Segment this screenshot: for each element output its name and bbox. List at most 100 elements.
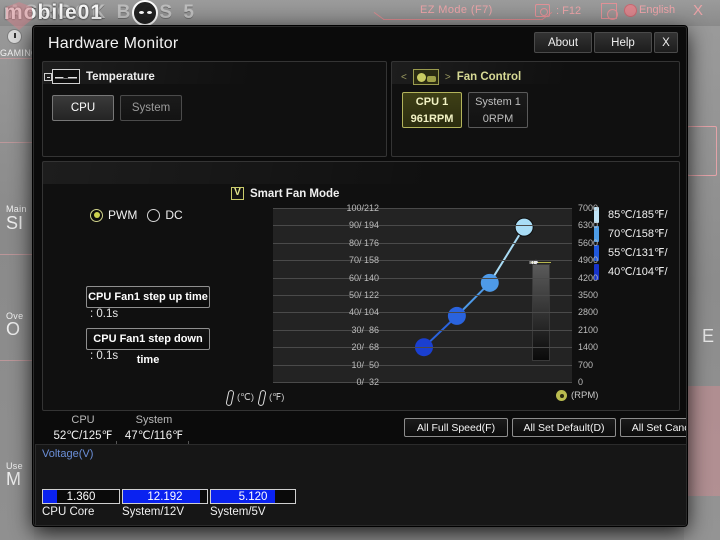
curve-point[interactable] (480, 273, 499, 292)
voltage-bar-system-12v: 12.192 (122, 489, 208, 504)
temperature-unit-labels: (℃) (℉) (226, 390, 284, 404)
fan-curve-legend: 85℃/185℉/100%70℃/158℉/63%55℃/131℉/38%40℃… (594, 205, 686, 281)
tab-system[interactable]: System (120, 95, 182, 121)
all-set-default-button[interactable]: All Set Default(D) (512, 418, 616, 437)
temp-tick-label: 100/212 (346, 203, 379, 213)
legend-label: 55℃/131℉/ (608, 247, 668, 259)
clock-icon (7, 29, 22, 44)
right-strip-letter: E (701, 326, 714, 346)
radio-pwm[interactable] (90, 208, 103, 222)
fahrenheit-label: (℉) (269, 391, 285, 403)
voltage-panel: Voltage(V) 1.360 CPU Core 12.192 System/… (35, 444, 686, 525)
voltage-bar-system-5v: 5.120 (210, 489, 296, 504)
fan-control-section-header: < > Fan Control (401, 69, 521, 85)
globe-icon[interactable] (624, 4, 637, 17)
celsius-label: (℃) (237, 391, 254, 403)
radio-dc[interactable] (147, 208, 161, 222)
gridline (273, 347, 572, 348)
rpm-tick-label: 6300 (578, 220, 599, 231)
cpu-fan1-step-up-time-value: : 0.1s (90, 308, 119, 320)
smart-fan-chart: V Smart Fan Mode ➠ (℃) (℉) (RPM) 85℃/185… (226, 187, 686, 417)
footer-system-value: 47℃/116℉ (124, 430, 184, 442)
gridline (273, 225, 572, 226)
fan-button-system1[interactable]: System 1 0RPM (468, 92, 528, 128)
fan-system1-rpm: 0RPM (482, 113, 514, 125)
screenshot-camera-icon[interactable] (535, 4, 550, 17)
language-label[interactable]: English (639, 4, 675, 16)
temp-tick-label: 70/ 158 (348, 255, 379, 266)
gridline (273, 295, 572, 296)
close-button[interactable]: X (654, 32, 678, 53)
curve-point[interactable] (514, 217, 534, 237)
smart-fan-mode-row: V Smart Fan Mode (231, 187, 339, 200)
nav-gaming-label[interactable]: GAMING (0, 48, 38, 58)
rpm-tick-label: 3500 (578, 290, 599, 300)
bios-close-icon[interactable]: X (693, 2, 703, 19)
fan-selector-group: CPU 1 961RPM System 1 0RPM (402, 92, 528, 128)
voltage-value-cpu-core: 1.360 (66, 491, 96, 503)
label-dc: DC (165, 208, 183, 222)
gridline (273, 382, 572, 383)
rpm-tick-label: 7000 (578, 203, 599, 213)
screenshot-key-label[interactable]: : F12 (556, 5, 581, 17)
gridline (273, 243, 572, 244)
rpm-tick-label: 2800 (578, 307, 599, 318)
search-icon[interactable] (601, 3, 618, 20)
about-button[interactable]: About (534, 32, 592, 53)
voltage-bar-cpu-core: 1.360 (42, 489, 120, 504)
rpm-tick-label: 4200 (578, 272, 599, 283)
voltage-label-system-5v: System/5V (210, 506, 266, 518)
voltage-value-system-12v: 12.192 (147, 491, 183, 503)
footer-cpu-label: CPU (71, 414, 95, 426)
gridline (273, 330, 572, 331)
legend-label: 85℃/185℉/ (608, 209, 668, 221)
gridline (273, 365, 572, 366)
ez-mode-button[interactable]: EZ Mode (F7) (420, 4, 493, 16)
help-button[interactable]: Help (594, 32, 652, 53)
gridline (273, 278, 572, 279)
temp-tick-label: 0/ 32 (356, 377, 379, 387)
legend-label: 40℃/104℉/ (608, 266, 668, 278)
voltage-value-system-5v: 5.120 (238, 491, 268, 503)
temperature-tabs: CPU System (52, 95, 182, 121)
voltage-label-system-12v: System/12V (122, 506, 184, 518)
all-set-cancel-button[interactable]: All Set Cancel(C) (620, 418, 686, 437)
prev-arrow-icon[interactable]: < (401, 72, 407, 83)
smart-fan-mode-checkbox[interactable]: V (231, 187, 244, 200)
legend-row: 70℃/158℉/63% (594, 224, 686, 243)
temp-tick-label: 30/ 86 (351, 324, 379, 335)
action-button-group: All Full Speed(F) All Set Default(D) All… (404, 418, 686, 437)
dialog-title: Hardware Monitor (48, 35, 179, 52)
pwm-dc-selector: PWM DC (90, 208, 191, 222)
next-arrow-icon[interactable]: > (445, 72, 451, 83)
voltage-label-cpu-core: CPU Core (42, 506, 95, 518)
rpm-tick-label: 0 (578, 377, 584, 387)
cpu-fan1-step-down-time-button[interactable]: CPU Fan1 step down time (86, 328, 210, 366)
temp-tick-label: 40/ 104 (348, 307, 379, 318)
temperature-panel: Temperature CPU System (42, 61, 387, 157)
rpm-tick-label: 5600 (578, 237, 599, 248)
curve-point[interactable] (447, 306, 466, 325)
tab-cpu[interactable]: CPU (52, 95, 114, 121)
temperature-graph-icon (44, 69, 80, 84)
fan-button-cpu1[interactable]: CPU 1 961RPM (402, 92, 462, 128)
rpm-tick-label: 2100 (578, 324, 599, 335)
footer-cpu-value: 52℃/125℉ (53, 430, 113, 442)
smart-fan-mode-label: Smart Fan Mode (250, 187, 340, 200)
all-full-speed-button[interactable]: All Full Speed(F) (404, 418, 508, 437)
gauge-cursor-icon: ➠ (529, 255, 540, 269)
hardware-monitor-dialog: Hardware Monitor About Help X Temperatur… (33, 26, 687, 526)
rpm-label: (RPM) (571, 390, 599, 401)
fan-control-panel: < > Fan Control CPU 1 961RPM System 1 0R… (391, 61, 680, 157)
background-right-strip: E (684, 26, 720, 540)
legend-row: 85℃/185℉/100% (594, 205, 686, 224)
fan-cpu1-rpm: 961RPM (410, 113, 454, 125)
label-pwm: PWM (108, 208, 138, 222)
curve-segment (488, 226, 526, 284)
fan-icon (412, 69, 439, 85)
rpm-tick-label: 1400 (578, 342, 599, 353)
watermark: mobile01 (4, 0, 254, 30)
fan-mini-icon (556, 390, 567, 401)
cpu-fan1-step-up-time-button[interactable]: CPU Fan1 step up time (86, 286, 210, 308)
temp-tick-label: 10/ 50 (351, 359, 379, 370)
